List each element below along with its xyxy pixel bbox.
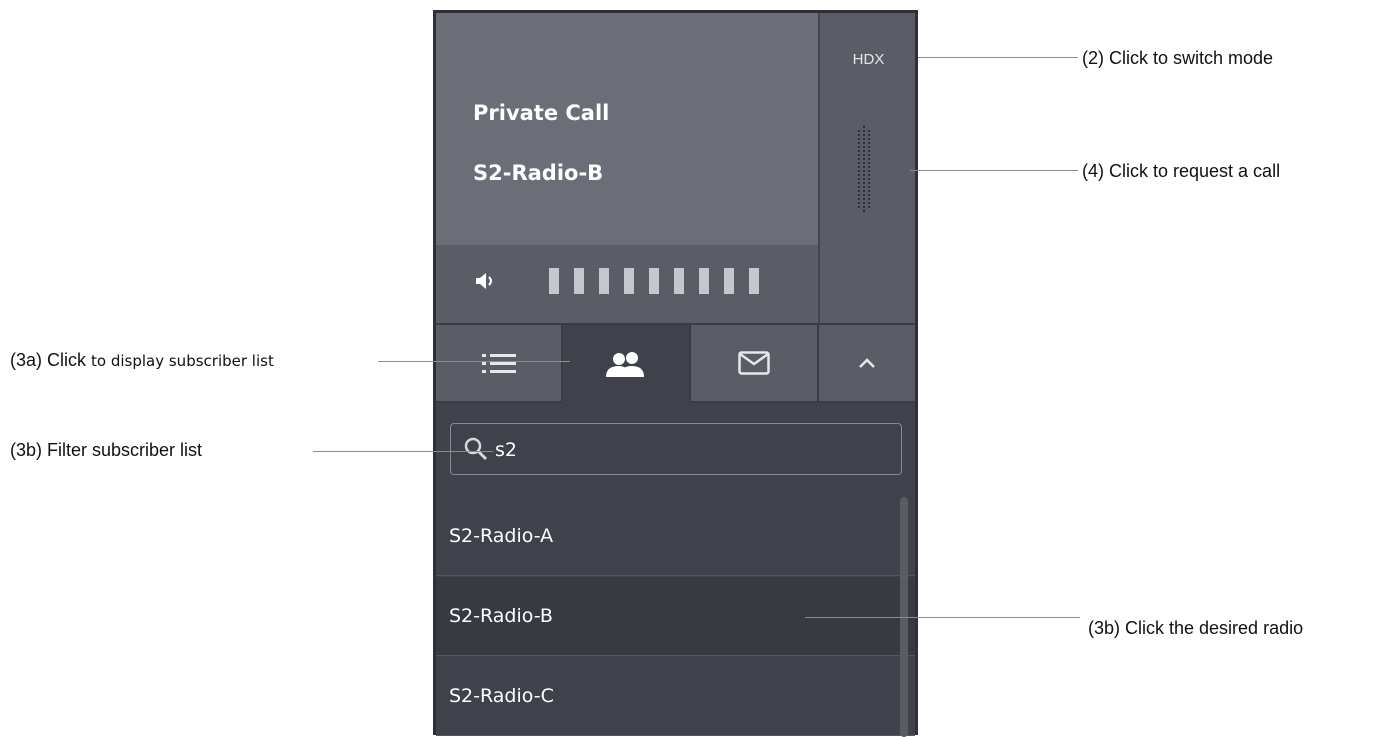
tab-messages[interactable] <box>691 325 819 403</box>
leader-line <box>313 451 493 452</box>
tab-bar <box>436 323 915 403</box>
call-display: Private Call S2-Radio-B <box>436 13 818 245</box>
search-input[interactable] <box>493 434 887 466</box>
list-icon <box>481 354 516 373</box>
leader-line <box>805 617 1080 618</box>
speaker-icon[interactable] <box>473 269 497 293</box>
leader-line <box>918 57 1078 58</box>
chevron-up-icon <box>859 358 875 368</box>
volume-bar <box>649 268 659 294</box>
mail-icon <box>738 351 770 375</box>
tab-collapse[interactable] <box>819 325 915 403</box>
side-column: HDX <box>818 13 915 323</box>
volume-bar <box>599 268 609 294</box>
volume-bar <box>699 268 709 294</box>
annotation-prefix: (3a) Click <box>10 350 92 370</box>
volume-bar <box>549 268 559 294</box>
subscriber-search[interactable] <box>450 423 902 475</box>
search-icon <box>464 437 488 461</box>
list-item[interactable]: S2-Radio-A <box>436 497 915 576</box>
volume-bar <box>724 268 734 294</box>
list-item[interactable]: S2-Radio-C <box>436 657 915 736</box>
tab-list[interactable] <box>436 325 563 403</box>
volume-bar <box>624 268 634 294</box>
subscribers-icon <box>606 352 644 377</box>
volume-row <box>436 245 818 323</box>
mode-toggle-button[interactable]: HDX <box>820 51 917 68</box>
call-target-label: S2-Radio-B <box>473 161 604 185</box>
leader-line <box>378 361 570 362</box>
volume-bar <box>749 268 759 294</box>
annotation-click-radio: (3b) Click the desired radio <box>1088 618 1304 638</box>
annotation-suffix: to display subscriber list <box>91 352 274 370</box>
volume-bar <box>574 268 584 294</box>
volume-bar <box>674 268 684 294</box>
annotation-display-list: (3a) Click to display subscriber list <box>10 350 274 371</box>
annotation-request-call: (4) Click to request a call <box>1082 161 1281 181</box>
push-to-talk-icon[interactable] <box>856 125 872 215</box>
radio-console-panel: Private Call S2-Radio-B HDX s2 S2-Radio-… <box>433 10 918 737</box>
call-type-label: Private Call <box>473 101 610 125</box>
leader-line <box>910 170 1078 171</box>
tab-subscribers[interactable] <box>563 325 691 403</box>
annotation-filter-list: (3b) Filter subscriber list <box>10 440 203 460</box>
annotation-switch-mode: (2) Click to switch mode <box>1082 48 1274 68</box>
